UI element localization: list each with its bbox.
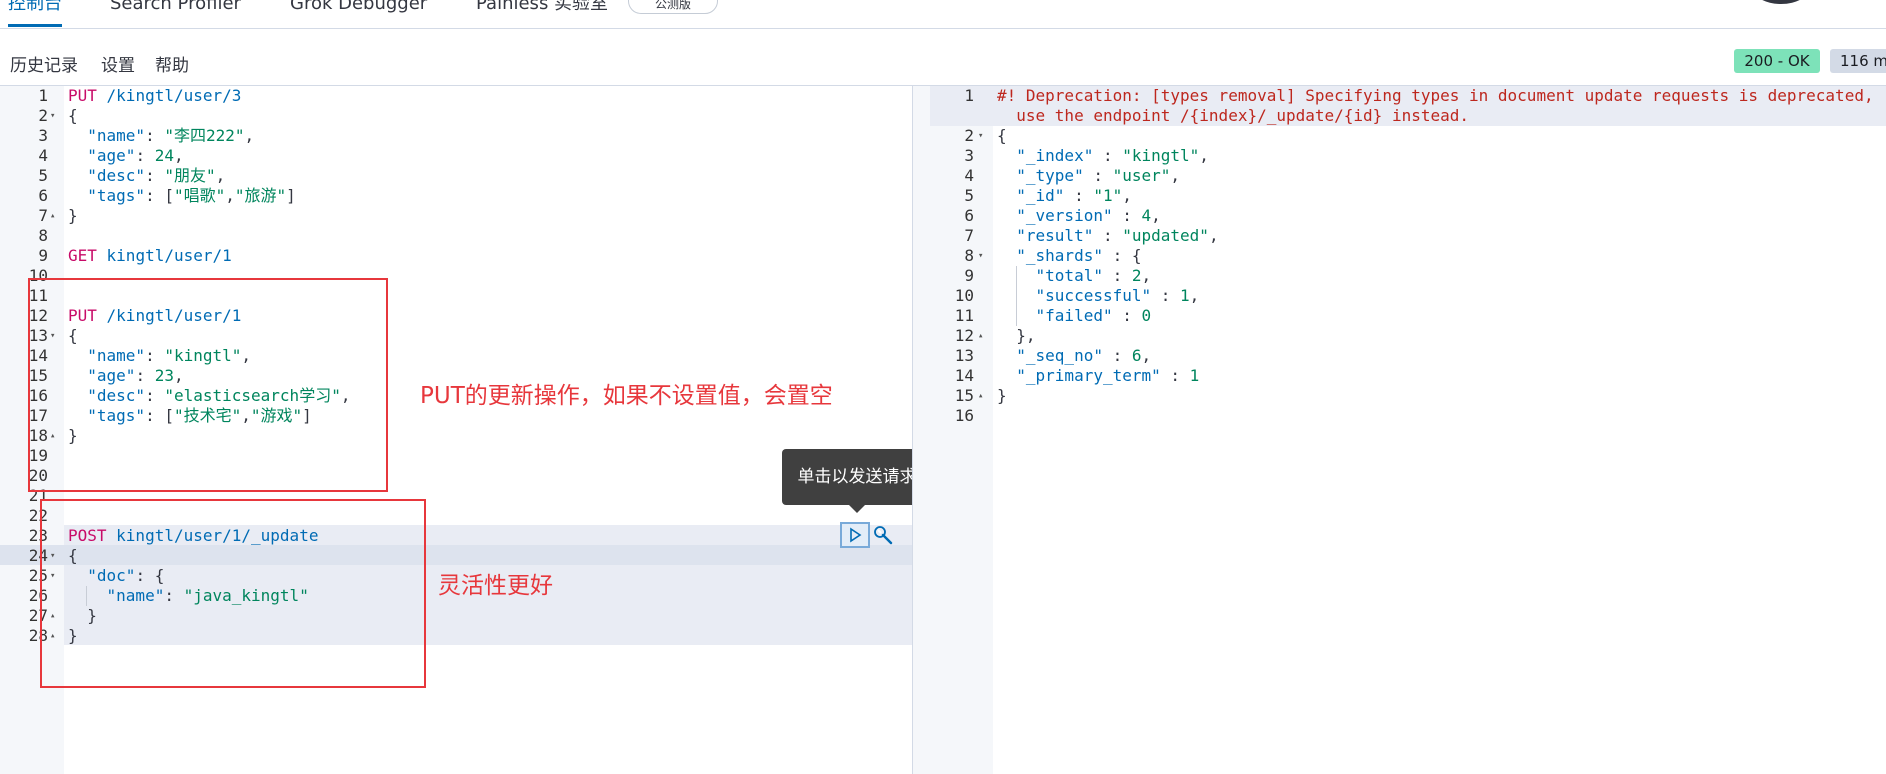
line-number: 13 xyxy=(954,346,974,365)
request-url: /kingtl/user/3 xyxy=(96,86,242,105)
avatar[interactable] xyxy=(1752,0,1810,4)
line-number: 6 xyxy=(964,206,974,225)
line-number: 5 xyxy=(38,166,48,185)
fold-collapse-icon[interactable]: ▾ xyxy=(978,126,983,146)
line-number: 8 xyxy=(38,226,48,245)
tab-console[interactable]: 控制台 xyxy=(8,0,62,27)
settings-menu[interactable]: 设置 xyxy=(101,51,135,76)
annotation-box-put xyxy=(28,278,388,492)
line-number: 7 xyxy=(964,226,974,245)
line-number: 11 xyxy=(954,306,974,325)
fold-collapse-icon[interactable]: ▾ xyxy=(978,246,983,266)
line-number: 4 xyxy=(38,146,48,165)
wrench-icon[interactable] xyxy=(872,524,894,546)
status-badge: 200 - OK xyxy=(1734,49,1820,73)
line-number: 1 xyxy=(964,86,974,105)
annotation-put-note: PUT的更新操作，如果不设置值，会置空 xyxy=(420,383,833,409)
line-number: 7 xyxy=(38,206,48,225)
annotation-post-note: 灵活性更好 xyxy=(438,573,553,599)
panel-resize-handle[interactable] xyxy=(912,86,932,774)
line-number: 2 xyxy=(38,106,48,125)
response-time-badge: 116 ms xyxy=(1830,49,1886,73)
beta-badge: 公测版 xyxy=(628,0,718,14)
line-number: 10 xyxy=(954,286,974,305)
fold-expand-icon[interactable]: ▴ xyxy=(978,386,983,406)
console-menu-bar: 历史记录 设置 帮助 200 - OK 116 ms xyxy=(0,29,1886,86)
line-number: 9 xyxy=(964,266,974,285)
send-request-button[interactable] xyxy=(840,522,870,548)
tooltip-arrow xyxy=(848,504,866,513)
line-number: 4 xyxy=(964,166,974,185)
line-number: 1 xyxy=(38,86,48,105)
line-number: 5 xyxy=(964,186,974,205)
fold-expand-icon[interactable]: ▴ xyxy=(50,206,55,226)
help-menu[interactable]: 帮助 xyxy=(155,51,189,76)
play-icon xyxy=(850,527,862,543)
line-number: 9 xyxy=(38,246,48,265)
tab-search-profiler[interactable]: Search Profiler xyxy=(110,0,241,24)
line-number: 15 xyxy=(954,386,974,405)
deprecation-warning: #! Deprecation: [types removal] Specifyi… xyxy=(997,86,1874,105)
line-number: 6 xyxy=(38,186,48,205)
line-number: 12 xyxy=(954,326,974,345)
annotation-box-post xyxy=(40,499,426,688)
send-request-tooltip: 单击以发送请求 xyxy=(782,449,932,505)
history-menu[interactable]: 历史记录 xyxy=(10,51,78,76)
http-method: PUT xyxy=(68,86,97,105)
line-number: 2 xyxy=(964,126,974,145)
deprecation-warning-cont: use the endpoint /{index}/_update/{id} i… xyxy=(997,106,1470,125)
top-tab-bar: 控制台 Search Profiler Grok Debugger Painle… xyxy=(0,0,1886,29)
fold-expand-icon[interactable]: ▴ xyxy=(978,326,983,346)
fold-collapse-icon[interactable]: ▾ xyxy=(50,106,55,126)
indent-guide xyxy=(1016,266,1017,326)
tab-grok-debugger[interactable]: Grok Debugger xyxy=(290,0,427,24)
tab-painless-lab[interactable]: Painless 实验室 xyxy=(476,0,608,24)
line-number: 14 xyxy=(954,366,974,385)
line-number xyxy=(930,106,974,126)
line-number: 16 xyxy=(954,406,974,425)
line-number: 8 xyxy=(964,246,974,265)
line-number: 3 xyxy=(38,126,48,145)
line-number: 3 xyxy=(964,146,974,165)
